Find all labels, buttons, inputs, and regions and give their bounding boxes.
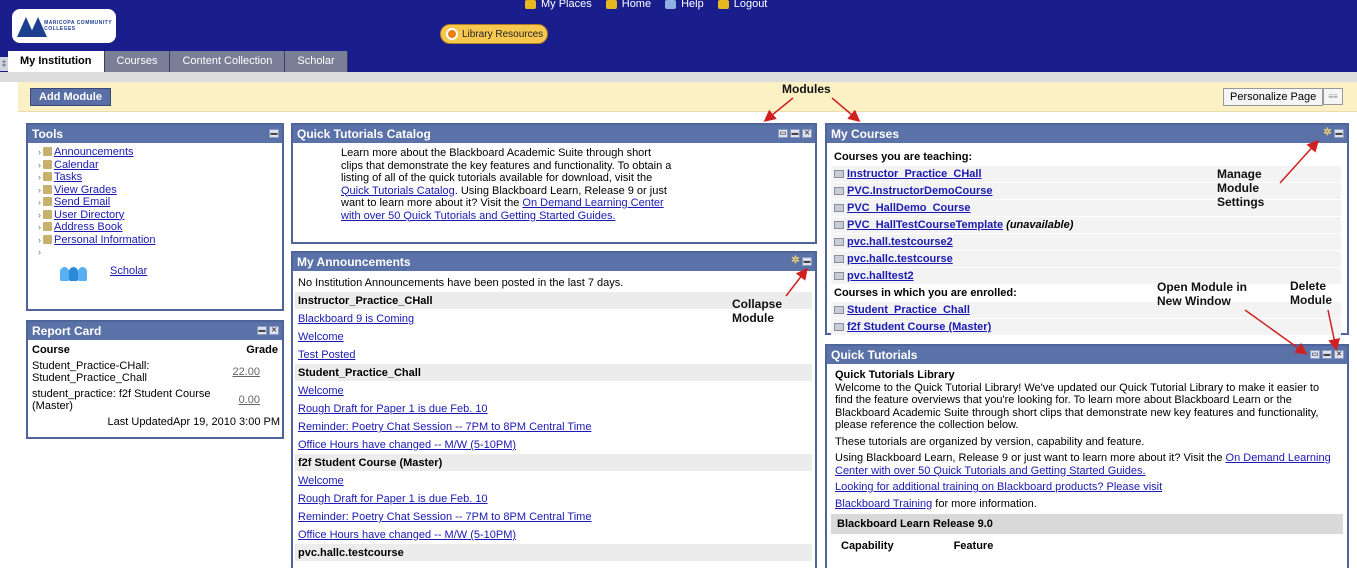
annotation-arrows — [763, 97, 1341, 355]
